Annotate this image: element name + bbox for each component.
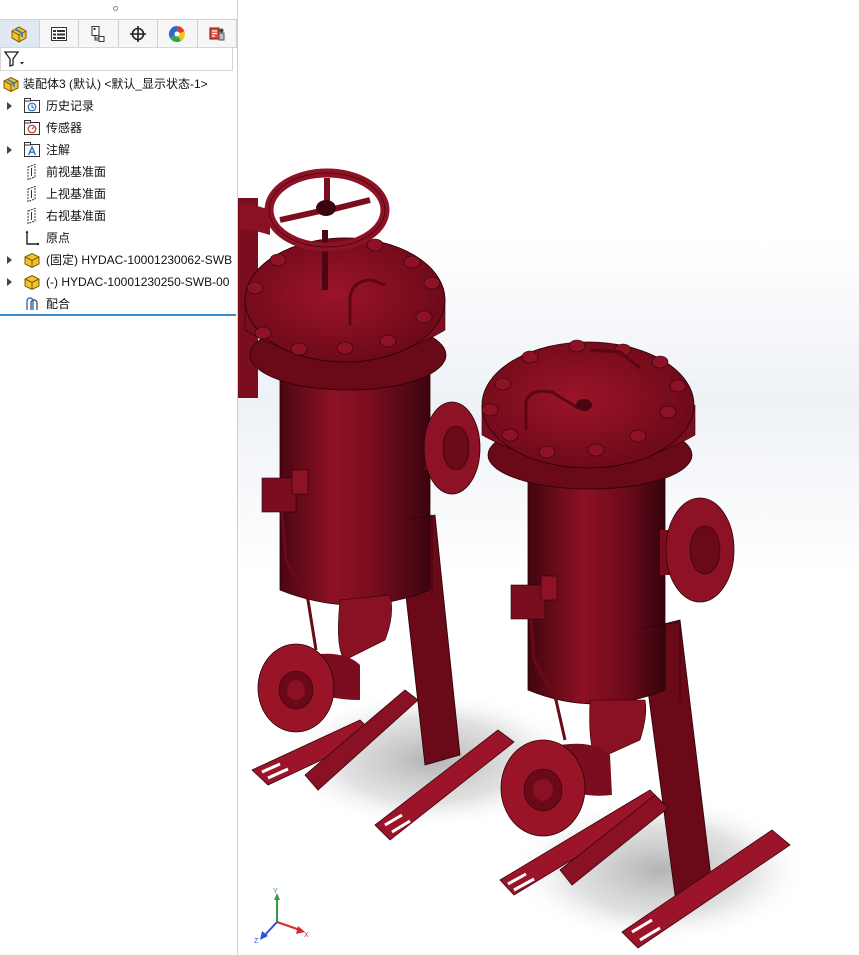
tab-cam-manager[interactable]: [198, 20, 237, 47]
tree-item-sensors[interactable]: 传感器: [0, 117, 237, 139]
history-folder-icon: [24, 98, 40, 113]
triad-x-label: X: [304, 932, 309, 939]
tree-item-top-plane[interactable]: 上视基准面: [0, 183, 237, 205]
tree-item-label: (固定) HYDAC-10001230062-SWB: [46, 253, 233, 267]
tree-item-label: 传感器: [46, 121, 83, 135]
feature-manager-panel: 装配体3 (默认) <默认_显示状态-1> 历史记录 传感器 注解 前视基准面 …: [0, 0, 238, 955]
tree-item-label: 历史记录: [46, 99, 95, 113]
tree-item-component-fixed[interactable]: (固定) HYDAC-10001230062-SWB: [0, 249, 237, 271]
tree-item-label: 注解: [46, 143, 71, 157]
graphics-viewport[interactable]: Y X Z: [238, 0, 859, 955]
tab-feature-manager[interactable]: [0, 20, 40, 47]
tab-dimxpert-manager[interactable]: [119, 20, 158, 47]
orientation-triad: Y X Z: [254, 888, 309, 945]
tab-property-manager[interactable]: [40, 20, 79, 47]
plane-icon: [27, 163, 36, 181]
component-icon: [24, 274, 40, 291]
model-scene[interactable]: Y X Z: [238, 0, 859, 955]
tree-item-history[interactable]: 历史记录: [0, 95, 237, 117]
expand-arrow-icon[interactable]: [5, 100, 15, 112]
mates-icon: [26, 297, 38, 310]
sensor-folder-icon: [24, 120, 40, 135]
tree-bottom-divider: [0, 314, 236, 316]
tree-root-label: 装配体3 (默认) <默认_显示状态-1>: [23, 77, 208, 91]
grip-dot-icon: [113, 6, 118, 11]
filter-bar[interactable]: [0, 47, 233, 71]
plane-icon: [27, 207, 36, 225]
triad-y-label: Y: [273, 888, 278, 895]
tree-item-label: (-) HYDAC-10001230250-SWB-00: [46, 275, 230, 289]
tree-item-label: 右视基准面: [46, 209, 107, 223]
panel-grip[interactable]: [0, 0, 237, 18]
tree-item-label: 上视基准面: [46, 187, 107, 201]
expand-arrow-icon[interactable]: [5, 144, 15, 156]
component-icon: [24, 252, 40, 269]
tree-item-label: 前视基准面: [46, 165, 107, 179]
cam-icon: [209, 27, 225, 40]
origin-icon: [25, 230, 40, 246]
tree-item-front-plane[interactable]: 前视基准面: [0, 161, 237, 183]
filter-icon: [4, 51, 24, 67]
color-wheel-icon: [169, 25, 186, 42]
tree-item-origin[interactable]: 原点: [0, 227, 237, 249]
manager-tabs: [0, 19, 237, 48]
tab-configuration-manager[interactable]: [79, 20, 119, 47]
tree-item-label: 配合: [46, 297, 71, 311]
tree-item-annotations[interactable]: 注解: [0, 139, 237, 161]
expand-arrow-icon[interactable]: [5, 254, 15, 266]
configuration-icon: [91, 25, 105, 42]
crosshair-icon: [129, 25, 146, 42]
tree-root[interactable]: 装配体3 (默认) <默认_显示状态-1>: [0, 73, 237, 95]
tree-item-right-plane[interactable]: 右视基准面: [0, 205, 237, 227]
tree-item-component-floating[interactable]: (-) HYDAC-10001230250-SWB-00: [0, 271, 237, 293]
tree-item-mates[interactable]: 配合: [0, 293, 237, 315]
tab-display-manager[interactable]: [158, 20, 198, 47]
assembly-icon: [11, 25, 27, 43]
annotation-folder-icon: [24, 142, 40, 157]
triad-z-label: Z: [254, 938, 259, 945]
expand-arrow-icon[interactable]: [5, 276, 15, 288]
plane-icon: [27, 185, 36, 203]
property-list-icon: [50, 26, 67, 41]
tree-item-label: 原点: [46, 231, 71, 245]
assembly-icon: [3, 76, 19, 93]
